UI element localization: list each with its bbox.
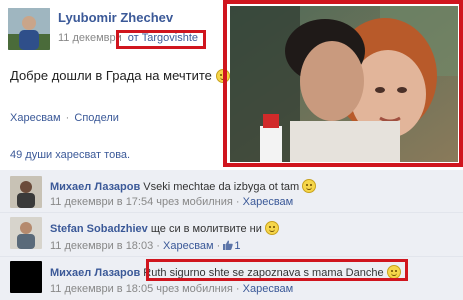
comment-1-like[interactable]: Харесвам xyxy=(243,196,294,208)
comment-3-date[interactable]: 11 декември в 18:05 xyxy=(50,283,153,295)
smiley-icon xyxy=(302,179,317,193)
divider xyxy=(0,256,463,257)
post-author-name[interactable]: Lyubomir Zhechev xyxy=(58,10,173,25)
post-text: Добре дошли в Града на мечтите xyxy=(10,68,230,83)
comment-3-author[interactable]: Михаел Лазаров xyxy=(50,267,140,279)
comment-1-meta: 11 декември в 17:54 чрез мобилния · Харе… xyxy=(50,196,293,208)
like-link[interactable]: Харесвам xyxy=(10,112,61,124)
comment-1-text: Vseki mechtae da izbyga ot tam xyxy=(143,181,300,193)
separator: · xyxy=(156,240,160,252)
comment-2-author[interactable]: Stefan Sobadzhiev xyxy=(50,223,148,235)
post-photo[interactable] xyxy=(230,6,458,162)
comment-2-date[interactable]: 11 декември в 18:03 xyxy=(50,240,153,252)
comment-3-like[interactable]: Харесвам xyxy=(243,283,294,295)
comment-2-body: Stefan Sobadzhiev ще си в молитвите ни xyxy=(50,221,279,235)
comment-3-via: чрез мобилния xyxy=(156,283,233,295)
comment-2-meta: 11 декември в 18:03 · Харесвам · 1 xyxy=(50,240,241,252)
separator: · xyxy=(216,240,221,252)
comment-2-like-count[interactable]: 1 xyxy=(223,240,241,252)
share-link[interactable]: Сподели xyxy=(74,112,119,124)
divider xyxy=(0,212,463,213)
comment-2-text: ще си в молитвите ни xyxy=(150,223,262,235)
comment-1-author[interactable]: Михаел Лазаров xyxy=(50,181,140,193)
comment-1-date[interactable]: 11 декември в 17:54 xyxy=(50,196,153,208)
thumb-up-icon xyxy=(223,240,234,250)
likes-summary-text[interactable]: 49 души харесват това. xyxy=(10,149,130,161)
comment-1-body: Михаел Лазаров Vseki mechtae da izbyga o… xyxy=(50,179,317,193)
comment-highlight-box xyxy=(146,259,408,281)
post-date[interactable]: 11 декември xyxy=(58,32,122,44)
comment-2-like-count-number: 1 xyxy=(234,240,241,252)
comment-3-avatar[interactable] xyxy=(10,261,42,293)
separator: · xyxy=(235,283,240,295)
post-author-avatar[interactable] xyxy=(8,8,50,50)
smiley-icon xyxy=(264,221,279,235)
comment-3-meta: 11 декември в 18:05 чрез мобилния · Харе… xyxy=(50,283,293,295)
comment-2-like[interactable]: Харесвам xyxy=(163,240,214,252)
post-text-content: Добре дошли в Града на мечтите xyxy=(10,68,212,83)
location-highlight-box xyxy=(116,30,206,49)
action-separator: · xyxy=(65,112,70,124)
likes-summary: 49 души харесват това. xyxy=(10,149,130,161)
comment-1-via: чрез мобилния xyxy=(156,196,233,208)
comment-1-avatar[interactable] xyxy=(10,176,42,208)
comment-2-avatar[interactable] xyxy=(10,217,42,249)
separator: · xyxy=(235,196,240,208)
post-actions: Харесвам · Сподели xyxy=(10,112,119,124)
